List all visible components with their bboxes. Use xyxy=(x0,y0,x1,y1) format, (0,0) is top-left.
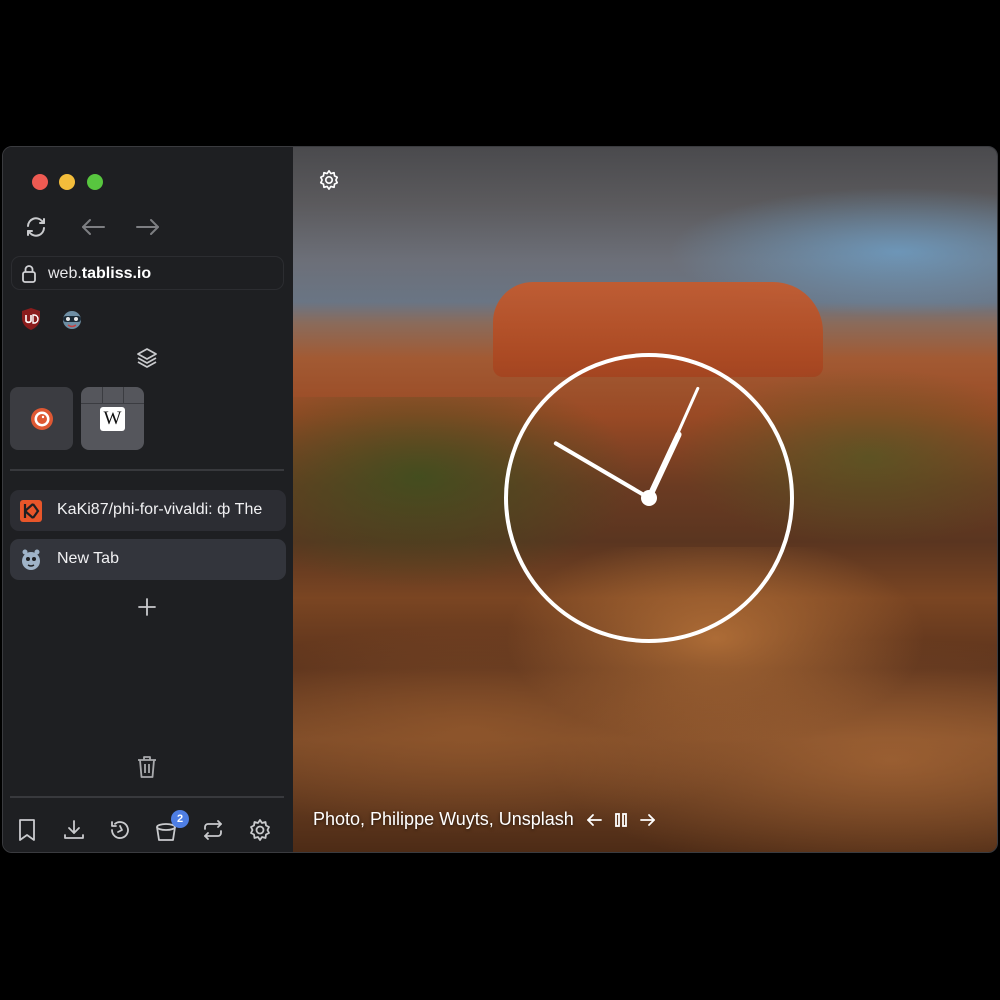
close-window-button[interactable] xyxy=(32,174,48,190)
forward-button[interactable] xyxy=(134,214,162,240)
ublock-extension-button[interactable] xyxy=(19,307,43,331)
arrow-right-icon[interactable] xyxy=(639,813,656,827)
arrow-left-icon xyxy=(82,219,105,235)
kaki-favicon xyxy=(20,500,42,522)
arrow-right-icon xyxy=(136,219,159,235)
duckduckgo-icon xyxy=(31,408,53,430)
downloads-panel-button[interactable] xyxy=(61,817,87,843)
gear-icon xyxy=(319,170,339,190)
ublock-icon xyxy=(22,308,40,330)
stack-icon xyxy=(137,348,157,368)
new-tab-favicon xyxy=(22,549,40,570)
workspaces-button[interactable] xyxy=(134,345,160,371)
back-button[interactable] xyxy=(79,214,107,240)
bookmarks-panel-button[interactable] xyxy=(15,817,39,843)
privacy-extension-button[interactable] xyxy=(59,307,85,331)
analog-clock xyxy=(504,353,794,643)
arrow-left-icon[interactable] xyxy=(586,813,602,827)
pinned-tab-duckduckgo[interactable] xyxy=(10,387,73,450)
address-bar[interactable]: web.tabliss.io xyxy=(11,256,284,290)
tabliss-settings-button[interactable] xyxy=(316,167,342,193)
zoom-window-button[interactable] xyxy=(87,174,103,190)
sidebar: web.tabliss.io W KaKi87/phi-for-vivaldi:… xyxy=(3,147,293,852)
sidebar-bottom-divider xyxy=(10,796,284,798)
tab-item-active[interactable]: New Tab xyxy=(10,539,286,580)
new-tab-button[interactable] xyxy=(136,596,158,618)
tab-item[interactable]: KaKi87/phi-for-vivaldi: ф The xyxy=(10,490,286,531)
pause-icon[interactable] xyxy=(614,812,628,827)
trash-icon xyxy=(138,756,156,778)
clock-second-hand xyxy=(647,386,700,500)
settings-button[interactable] xyxy=(247,817,273,843)
pinned-tab-wikipedia[interactable]: W xyxy=(81,387,144,450)
wikipedia-icon: W xyxy=(100,407,125,431)
photo-credit-bar: Photo, Philippe Wuyts, Unsplash xyxy=(313,809,656,830)
new-tab-page: Photo, Philippe Wuyts, Unsplash xyxy=(293,147,997,852)
mask-icon xyxy=(63,311,81,329)
clock-center xyxy=(641,490,657,506)
reload-icon xyxy=(27,217,45,237)
lock-icon xyxy=(22,265,36,283)
browser-window: web.tabliss.io W KaKi87/phi-for-vivaldi:… xyxy=(2,146,998,853)
tab-label: New Tab xyxy=(57,550,119,567)
clock-minute-hand xyxy=(553,441,651,500)
minimize-window-button[interactable] xyxy=(59,174,75,190)
bookmark-icon xyxy=(19,819,35,841)
tab-label: KaKi87/phi-for-vivaldi: ф The xyxy=(57,501,263,518)
sync-icon xyxy=(204,820,222,840)
plus-icon xyxy=(138,598,156,616)
photo-credit-text[interactable]: Photo, Philippe Wuyts, Unsplash xyxy=(313,809,574,830)
history-panel-button[interactable] xyxy=(107,817,133,843)
trash-button[interactable] xyxy=(135,754,159,780)
sync-panel-button[interactable] xyxy=(200,817,226,843)
sidebar-divider xyxy=(10,469,284,471)
download-icon xyxy=(64,820,84,839)
history-icon xyxy=(111,821,129,839)
window-panel-badge: 2 xyxy=(171,810,189,828)
gear-icon xyxy=(250,819,270,841)
reload-button[interactable] xyxy=(23,214,49,240)
address-text: web.tabliss.io xyxy=(48,265,152,282)
